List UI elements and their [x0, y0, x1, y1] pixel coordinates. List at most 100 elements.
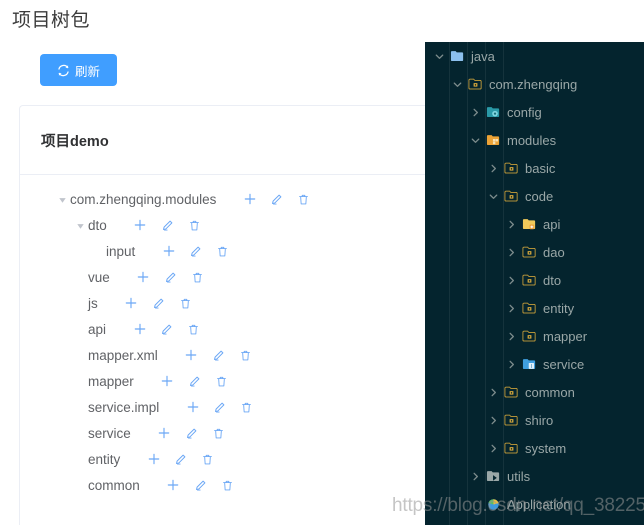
ide-node-label: common — [525, 384, 575, 400]
folder-package-icon — [501, 441, 521, 456]
trash-icon[interactable] — [209, 245, 236, 258]
ide-tree-row[interactable]: com.zhengqing — [425, 70, 644, 98]
plus-icon[interactable] — [179, 400, 206, 414]
ide-tree-row[interactable]: common — [425, 378, 644, 406]
page-title: 项目树包 — [12, 10, 91, 31]
trash-icon[interactable] — [172, 297, 199, 310]
tree-node-label: mapper — [88, 373, 134, 389]
ide-tree-row[interactable]: Application — [425, 490, 644, 518]
ide-tree-row[interactable]: api — [425, 210, 644, 238]
ide-tree-row[interactable]: basic — [425, 154, 644, 182]
tree-node-label: dto — [88, 217, 107, 233]
caret-down-icon[interactable] — [54, 194, 70, 205]
ide-tree-row[interactable]: dto — [425, 266, 644, 294]
trash-icon[interactable] — [181, 219, 208, 232]
tree-row-actions — [160, 478, 241, 492]
trash-icon[interactable] — [205, 427, 232, 440]
chevron-right-icon[interactable] — [485, 163, 501, 174]
plus-icon[interactable] — [127, 218, 154, 232]
chevron-right-icon[interactable] — [503, 359, 519, 370]
ide-tree-row[interactable]: entity — [425, 294, 644, 322]
ide-tree-row[interactable]: modules — [425, 126, 644, 154]
ide-tree-row[interactable]: shiro — [425, 406, 644, 434]
tree-node-label: entity — [88, 451, 121, 467]
folder-package-icon — [519, 301, 539, 316]
pencil-icon[interactable] — [206, 401, 233, 414]
chevron-down-icon[interactable] — [431, 51, 447, 62]
trash-icon[interactable] — [233, 401, 260, 414]
plus-icon[interactable] — [151, 426, 178, 440]
pencil-icon[interactable] — [187, 479, 214, 492]
ide-node-label: com.zhengqing — [489, 76, 578, 92]
trash-icon[interactable] — [214, 479, 241, 492]
chevron-right-icon[interactable] — [503, 247, 519, 258]
card-title: 项目demo — [41, 133, 109, 150]
tree-node-label: input — [106, 243, 136, 259]
pencil-icon[interactable] — [157, 271, 184, 284]
ide-node-label: utils — [507, 468, 531, 484]
trash-icon[interactable] — [208, 375, 235, 388]
pencil-icon[interactable] — [205, 349, 232, 362]
tree-node-label: mapper.xml — [88, 347, 158, 363]
ide-node-label: mapper — [543, 328, 588, 344]
ide-tree-row[interactable]: dao — [425, 238, 644, 266]
tree-row-actions — [151, 426, 232, 440]
pencil-icon[interactable] — [182, 245, 209, 258]
ide-tree-row[interactable]: utils — [425, 462, 644, 490]
plus-icon[interactable] — [160, 478, 187, 492]
plus-icon[interactable] — [178, 348, 205, 362]
ide-node-label: shiro — [525, 412, 554, 428]
folder-modules-icon — [483, 133, 503, 148]
pencil-icon[interactable] — [145, 297, 172, 310]
ide-tree-row[interactable]: Iservice — [425, 350, 644, 378]
chevron-right-icon[interactable] — [467, 107, 483, 118]
trash-icon[interactable] — [232, 349, 259, 362]
ide-tree-row[interactable]: config — [425, 98, 644, 126]
plus-icon[interactable] — [118, 296, 145, 310]
pencil-icon[interactable] — [181, 375, 208, 388]
ide-tree-row[interactable]: code — [425, 182, 644, 210]
pencil-icon[interactable] — [263, 193, 290, 206]
folder-blue-icon — [447, 49, 467, 64]
chevron-right-icon[interactable] — [503, 331, 519, 342]
chevron-down-icon[interactable] — [485, 191, 501, 202]
pencil-icon[interactable] — [153, 323, 180, 336]
chevron-right-icon[interactable] — [503, 303, 519, 314]
chevron-right-icon[interactable] — [485, 443, 501, 454]
chevron-right-icon[interactable] — [503, 219, 519, 230]
ide-node-label: Application — [507, 496, 571, 512]
trash-icon[interactable] — [194, 453, 221, 466]
chevron-right-icon[interactable] — [503, 275, 519, 286]
plus-icon[interactable] — [126, 322, 153, 336]
trash-icon[interactable] — [180, 323, 207, 336]
trash-icon[interactable] — [184, 271, 211, 284]
ide-node-label: service — [543, 356, 585, 372]
ide-tree-row[interactable]: system — [425, 434, 644, 462]
tree-node-label: service.impl — [88, 399, 160, 415]
ide-tree-row[interactable]: java — [425, 42, 644, 70]
chevron-down-icon[interactable] — [449, 79, 465, 90]
ide-tree-row[interactable]: mapper — [425, 322, 644, 350]
plus-icon[interactable] — [130, 270, 157, 284]
folder-package-icon — [519, 245, 539, 260]
pencil-icon[interactable] — [167, 453, 194, 466]
trash-icon[interactable] — [290, 193, 317, 206]
chevron-right-icon[interactable] — [485, 415, 501, 426]
plus-icon[interactable] — [155, 244, 182, 258]
caret-down-icon[interactable] — [72, 220, 88, 231]
folder-config-icon — [483, 105, 503, 120]
ide-node-label: entity — [543, 300, 575, 316]
refresh-button[interactable]: 刷新 — [40, 54, 117, 86]
plus-icon[interactable] — [140, 452, 167, 466]
tree-row-actions — [130, 270, 211, 284]
pencil-icon[interactable] — [154, 219, 181, 232]
pencil-icon[interactable] — [178, 427, 205, 440]
ide-node-label: java — [471, 48, 495, 64]
chevron-down-icon[interactable] — [467, 135, 483, 146]
chevron-right-icon[interactable] — [485, 387, 501, 398]
tree-node-label: api — [88, 321, 107, 337]
plus-icon[interactable] — [236, 192, 263, 206]
plus-icon[interactable] — [154, 374, 181, 388]
folder-package-icon — [501, 413, 521, 428]
chevron-right-icon[interactable] — [467, 471, 483, 482]
